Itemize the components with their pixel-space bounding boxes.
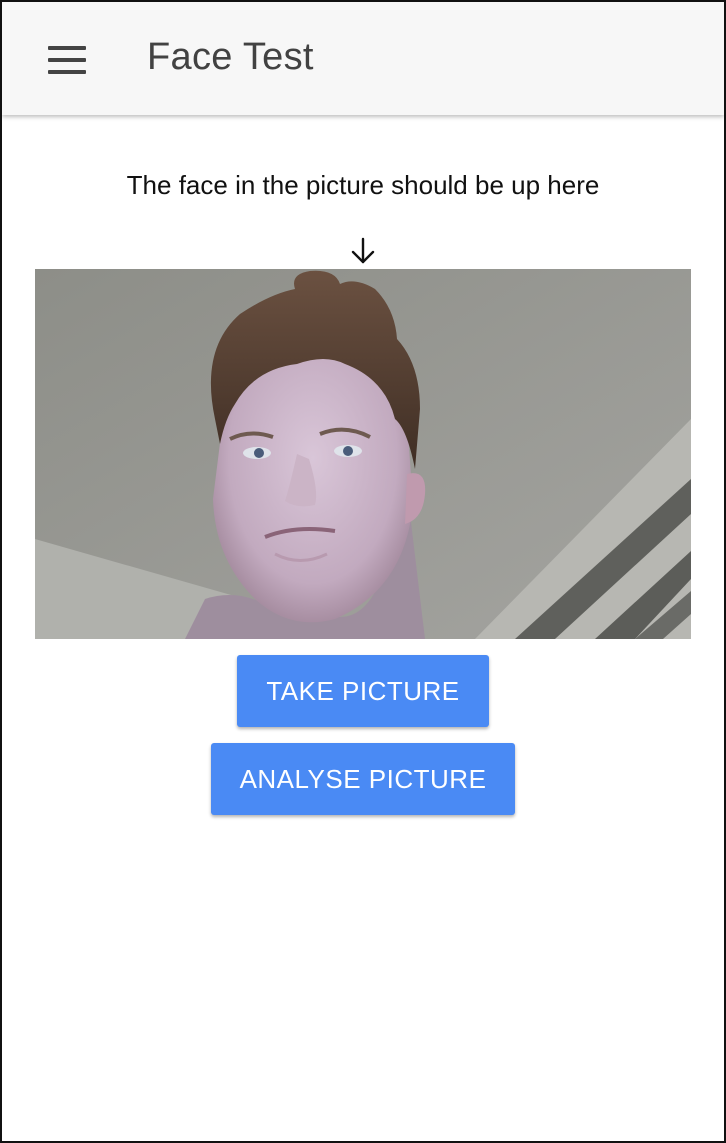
app-bar: Face Test — [2, 2, 724, 115]
instruction-text: The face in the picture should be up her… — [126, 170, 600, 200]
menu-icon-line-3 — [48, 70, 86, 74]
take-picture-button[interactable]: TAKE PICTURE — [237, 655, 489, 727]
app-title: Face Test — [147, 36, 314, 78]
app-frame: Face Test The face in the picture should… — [0, 0, 726, 1143]
menu-icon-line-1 — [48, 46, 86, 50]
webcam-face-photo — [35, 269, 691, 639]
menu-icon[interactable] — [40, 38, 96, 84]
arrow-down-icon — [351, 237, 375, 264]
analyse-picture-button[interactable]: ANALYSE PICTURE — [211, 743, 515, 815]
menu-icon-line-2 — [48, 58, 86, 62]
